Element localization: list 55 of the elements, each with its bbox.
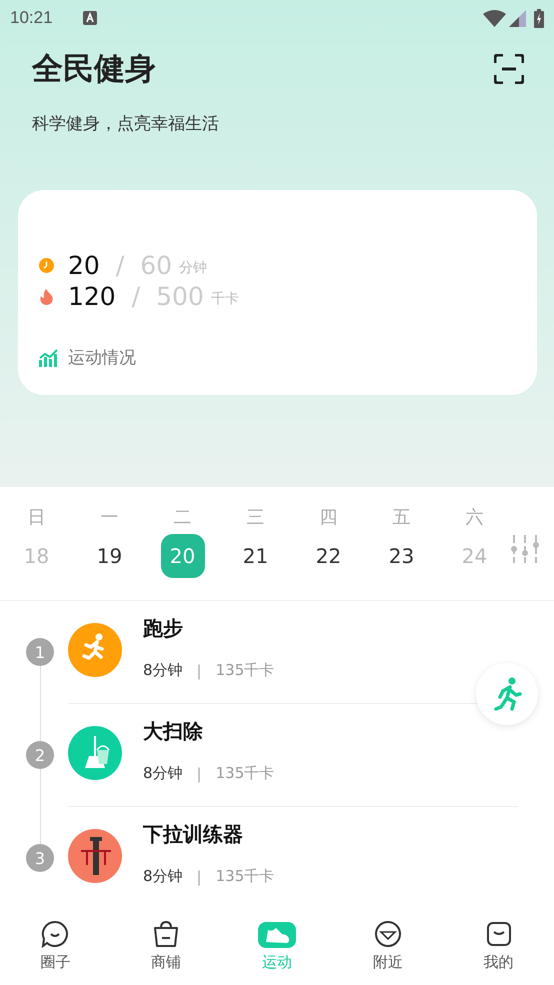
activity-calories: 135千卡: [216, 661, 274, 680]
activity-duration: 8分钟: [143, 764, 183, 783]
meta-separator: |: [196, 764, 202, 782]
keyboard-icon: [82, 11, 97, 25]
activity-calories: 135千卡: [216, 867, 274, 886]
page-subtitle: 科学健身，点亮幸福生活: [32, 113, 220, 135]
weekday-label: 一: [100, 506, 118, 529]
activity-duration: 8分钟: [143, 661, 183, 680]
nav-tab[interactable]: 商铺: [110, 910, 222, 985]
activity-name: 下拉训练器: [143, 821, 243, 848]
weekday-label: 六: [466, 506, 484, 529]
stat-value: 120: [68, 282, 116, 311]
step-number: 1: [26, 638, 54, 666]
weekday-label: 四: [320, 506, 338, 529]
page-title: 全民健身: [32, 50, 156, 89]
activity-stats-link[interactable]: 运动情况: [39, 346, 136, 369]
date-item[interactable]: 22: [306, 534, 350, 578]
status-time: 10:21: [10, 8, 53, 28]
sneaker-icon: [258, 920, 296, 948]
meta-separator: |: [196, 662, 202, 680]
weekday-label: 五: [392, 506, 410, 529]
stat-unit: 千卡: [210, 290, 239, 308]
weekday-label: 三: [246, 506, 264, 529]
activity-duration: 8分钟: [143, 867, 183, 886]
compass-icon: [374, 920, 402, 948]
date-item[interactable]: 21: [234, 534, 278, 578]
date-item[interactable]: 19: [88, 534, 132, 578]
weekday-label: 二: [174, 506, 192, 529]
profile-icon: [484, 920, 513, 948]
bar-chart-icon: [39, 348, 58, 367]
signal-icon: [509, 10, 526, 26]
nav-tab[interactable]: 圈子: [0, 910, 111, 985]
activity-name: 跑步: [143, 615, 183, 642]
weekday-label: 日: [28, 506, 46, 529]
wifi-icon: [483, 10, 506, 26]
step-number: 2: [26, 741, 54, 769]
scan-icon[interactable]: [494, 54, 524, 84]
flame-icon: [40, 288, 53, 304]
nav-tab[interactable]: 附近: [332, 910, 444, 985]
filter-icon[interactable]: [511, 534, 539, 562]
date-item[interactable]: 23: [380, 534, 424, 578]
clock-icon: [39, 258, 54, 273]
stat-unit: 分钟: [179, 258, 208, 276]
step-number: 3: [26, 844, 54, 872]
activity-name: 大扫除: [143, 718, 203, 745]
running-person-icon: [492, 677, 522, 711]
meta-separator: |: [196, 868, 202, 886]
shopping-bag-icon: [152, 920, 180, 948]
nav-tab[interactable]: 我的: [443, 910, 554, 985]
stat-separator: /: [116, 251, 124, 280]
battery-icon: [534, 8, 544, 28]
stat-separator: /: [132, 282, 140, 311]
activity-calories: 135千卡: [216, 764, 274, 783]
chat-bubble-icon: [41, 920, 70, 948]
stat-value: 20: [68, 251, 100, 280]
